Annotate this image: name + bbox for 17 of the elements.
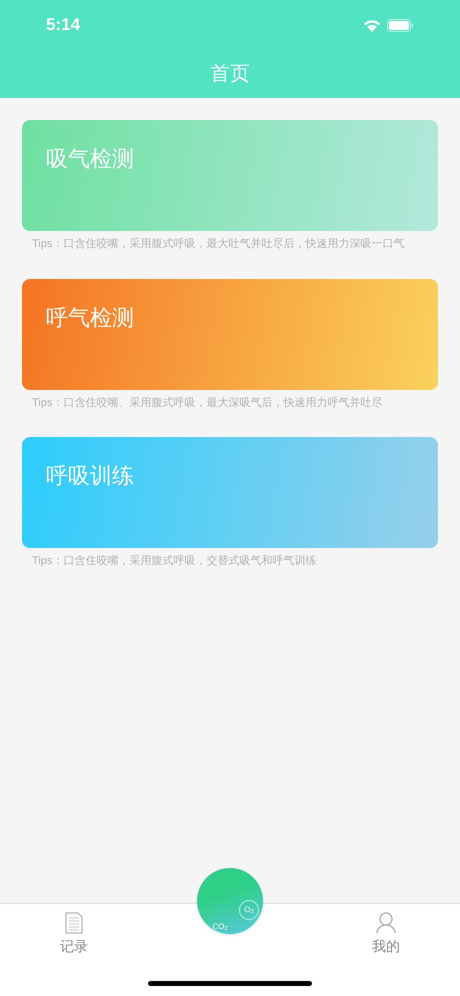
document-icon: [65, 912, 83, 934]
page-title: 首页: [210, 62, 250, 87]
battery-icon: [387, 18, 414, 32]
tips-text: Tips：口含住咬嘴，采用腹式呼吸，交替式吸气和呼气训练: [31, 554, 318, 569]
test-card[interactable]: 吸气检测: [22, 120, 438, 231]
person-icon: [376, 912, 396, 934]
breath-button[interactable]: O$_{2}$ CO$_{2}$: [197, 868, 263, 934]
carbon-dioxide-label: CO$_{2}$: [211, 921, 229, 934]
oxygen-label: O$_{2}$: [239, 900, 259, 920]
wifi-icon: [363, 18, 381, 32]
profile-tab[interactable]: 我的: [372, 912, 400, 962]
tips-text: Tips：口含住咬嘴、采用腹式呼吸，最大深吸气后，快速用力呼气并吐尽: [31, 396, 384, 410]
tips-text: Tips：口含住咬嘴，采用腹式呼吸，最大吐气并吐尽后，快速用力深吸一口气: [31, 236, 406, 252]
status-time: 5:14: [46, 14, 80, 36]
test-card[interactable]: 呼气检测: [22, 278, 438, 390]
records-tab[interactable]: 记录: [60, 912, 88, 962]
test-card[interactable]: 呼吸训练: [22, 437, 438, 548]
